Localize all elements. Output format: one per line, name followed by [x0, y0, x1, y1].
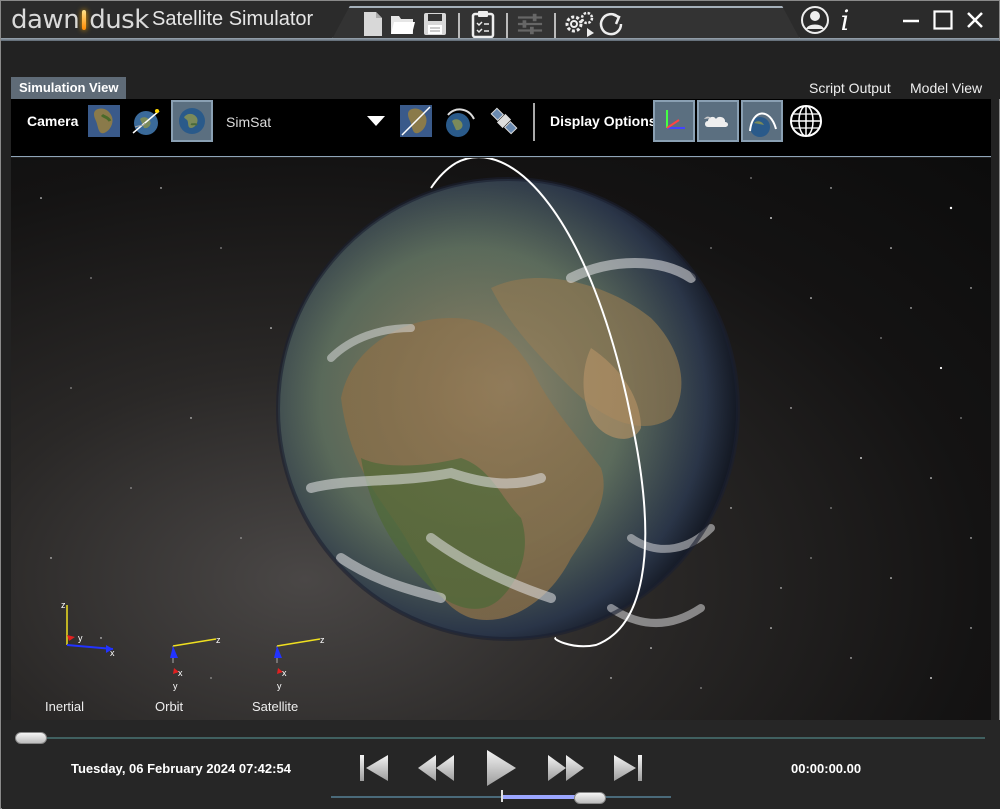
app-window: dawn dusk Satellite Simulator i Simulati…	[0, 0, 1000, 809]
sliders-icon[interactable]	[517, 10, 543, 38]
svg-text:x: x	[282, 668, 287, 678]
earth-view-icon[interactable]	[397, 102, 435, 140]
orbit-arc-icon[interactable]	[741, 100, 783, 142]
starfield: z y x z x y z x y	[40, 158, 972, 691]
svg-text:z: z	[61, 600, 66, 610]
africa-map-icon[interactable]	[85, 102, 123, 140]
satellite-axes: z x y	[274, 635, 325, 691]
svg-text:x: x	[178, 668, 183, 678]
info-icon[interactable]: i	[835, 4, 855, 37]
user-icon[interactable]	[799, 6, 831, 34]
orbit-axes: z x y	[170, 635, 221, 691]
grid-globe-icon[interactable]	[787, 102, 825, 140]
object-dropdown-icon[interactable]	[365, 102, 387, 140]
logo-text-right: dusk	[89, 5, 149, 35]
tab-script-output[interactable]: Script Output	[809, 80, 891, 96]
speed-slider-handle[interactable]	[574, 792, 606, 804]
open-folder-icon[interactable]	[390, 10, 416, 38]
earth-globe	[276, 177, 740, 641]
svg-text:y: y	[173, 681, 178, 691]
title-bar: dawn dusk Satellite Simulator i	[1, 1, 999, 41]
maximize-icon[interactable]	[932, 6, 954, 34]
toolbar-separator	[458, 13, 460, 41]
new-file-icon[interactable]	[360, 10, 386, 38]
satellite-axes-label: Satellite	[252, 699, 299, 714]
camera-label: Camera	[27, 113, 79, 129]
orbit-axes-label: Orbit	[155, 699, 184, 714]
tab-model-view[interactable]: Model View	[910, 80, 982, 96]
tab-simulation-view[interactable]: Simulation View	[11, 77, 127, 99]
inertial-axes-label: Inertial	[45, 699, 85, 714]
play-icon[interactable]	[483, 747, 519, 789]
logo-spark-icon	[79, 6, 89, 32]
simulation-viewport[interactable]: z y x z x y z x y Inertial Orbit Satelli…	[11, 158, 991, 720]
clipboard-checklist-icon[interactable]	[470, 10, 496, 38]
satellite-orbit-icon[interactable]	[128, 102, 166, 140]
earth-orbit-icon[interactable]	[441, 102, 479, 140]
svg-text:y: y	[277, 681, 282, 691]
svg-text:y: y	[78, 633, 83, 643]
timeline-slider[interactable]	[15, 737, 985, 739]
fast-forward-icon[interactable]	[545, 747, 587, 789]
globe-icon[interactable]	[171, 100, 213, 142]
close-icon[interactable]	[965, 6, 985, 34]
app-logo: dawn dusk	[11, 5, 149, 35]
svg-text:z: z	[320, 635, 325, 645]
clouds-icon[interactable]	[697, 100, 739, 142]
camera-toolbar: Camera SimSat Display Options	[11, 99, 991, 157]
inertial-axes: z y x	[61, 600, 115, 658]
svg-text:x: x	[110, 648, 115, 658]
display-options-label: Display Options	[550, 113, 657, 129]
satellite-icon[interactable]	[485, 102, 523, 140]
selected-object[interactable]: SimSat	[226, 114, 271, 130]
minimize-icon[interactable]	[901, 6, 921, 34]
app-title: Satellite Simulator	[152, 8, 314, 30]
svg-text:z: z	[216, 635, 221, 645]
refresh-icon[interactable]	[598, 10, 624, 38]
save-icon[interactable]	[422, 10, 448, 38]
elapsed-time: 00:00:00.00	[791, 761, 862, 776]
toolbar-separator	[506, 13, 508, 41]
axes-icon[interactable]	[653, 100, 695, 142]
logo-text-left: dawn	[11, 5, 80, 35]
toolbar-separator	[533, 103, 535, 141]
gears-play-icon[interactable]	[563, 10, 597, 38]
simulation-datetime: Tuesday, 06 February 2024 07:42:54	[71, 761, 291, 776]
rewind-icon[interactable]	[415, 747, 457, 789]
skip-to-start-icon[interactable]	[357, 747, 391, 789]
speed-slider-center-tick	[501, 790, 503, 802]
skip-to-end-icon[interactable]	[611, 747, 645, 789]
timeline-slider-handle[interactable]	[15, 732, 47, 744]
toolbar-separator	[554, 13, 556, 41]
